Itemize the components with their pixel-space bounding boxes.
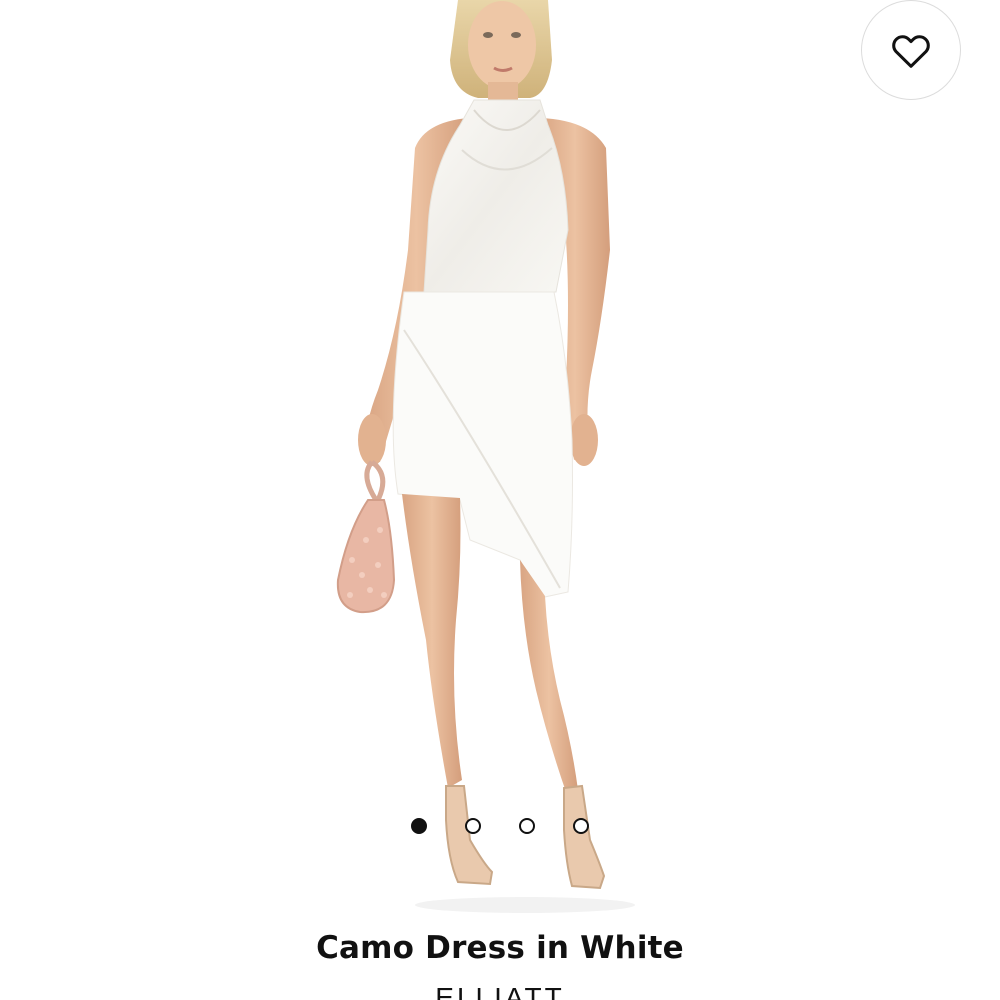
product-page: Camo Dress in White ELLIATT [0, 0, 1000, 1000]
carousel-pagination [0, 818, 1000, 840]
product-title: Camo Dress in White [316, 930, 684, 966]
carousel-dot-4[interactable] [573, 818, 589, 834]
favorite-button[interactable] [861, 0, 961, 100]
heart-outline-icon [892, 35, 930, 68]
product-photo-illustration [336, 0, 635, 913]
product-image[interactable] [0, 0, 1000, 915]
carousel-dot-3[interactable] [519, 818, 535, 834]
carousel-dot-1[interactable] [411, 818, 427, 834]
carousel-dot-2[interactable] [465, 818, 481, 834]
brand-name[interactable]: ELLIATT [0, 982, 1000, 1000]
